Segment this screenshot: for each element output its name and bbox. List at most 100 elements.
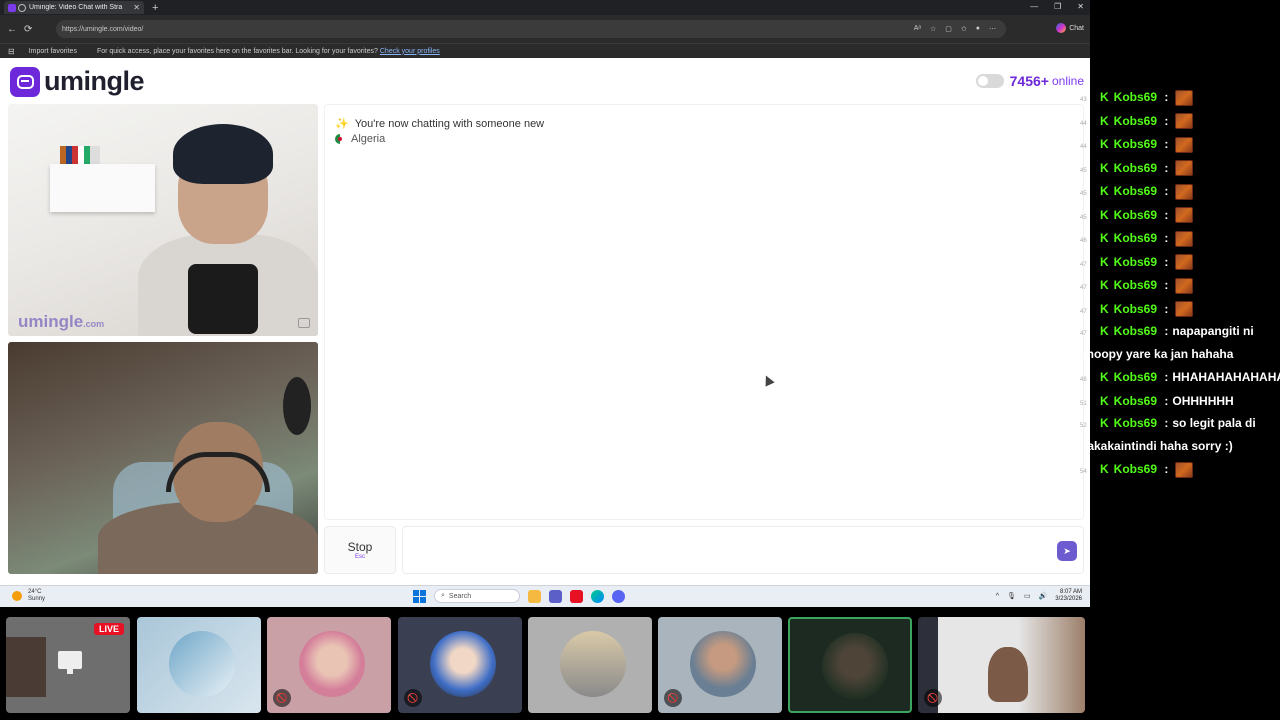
theme-toggle[interactable] <box>975 74 1004 88</box>
kick-badge-icon: K <box>1100 370 1109 384</box>
refresh-icon[interactable]: ⟳ <box>24 24 32 35</box>
logo[interactable]: umingle <box>10 66 145 97</box>
chat-username[interactable]: Kobs69 <box>1114 394 1157 408</box>
muted-mic-icon: 🚫 <box>924 689 942 707</box>
chat-separator: : <box>1164 207 1169 222</box>
chat-username[interactable]: Kobs69 <box>1114 370 1157 384</box>
emote-icon <box>1175 301 1194 318</box>
chat-username[interactable]: Kobs69 <box>1114 302 1157 316</box>
clock-time: 8:07 AM <box>1059 589 1082 595</box>
taskbar-search[interactable]: ⌕ Search <box>434 589 520 603</box>
bookshelf <box>60 146 100 166</box>
chat-username[interactable]: Kobs69 <box>1114 137 1157 151</box>
participant-tile-6[interactable]: 🚫 <box>658 617 782 713</box>
clock[interactable]: 8:07 AM 3/23/2026 <box>1055 589 1082 603</box>
split-screen-icon[interactable]: ▢ <box>945 25 952 33</box>
send-icon[interactable]: ➤ <box>1057 541 1077 561</box>
close-window-icon[interactable]: ✕ <box>1077 2 1084 11</box>
weather-widget[interactable]: 24°C Sunny <box>12 589 45 603</box>
close-tab-icon[interactable]: ✕ <box>133 3 140 12</box>
favorite-star-icon[interactable]: ☆ <box>930 25 936 33</box>
discord-icon[interactable] <box>612 589 625 603</box>
import-favorites[interactable]: Import favorites <box>29 48 77 55</box>
weather-condition: Sunny <box>28 596 46 602</box>
screen-share-icon <box>58 651 82 674</box>
collections-icon[interactable]: ⊟ <box>8 47 15 56</box>
address-bar-row: ← ⟳ https://umingle.com/video/ Aᵃ ☆ ▢ ✩ … <box>0 15 1090 43</box>
stop-label: Stop <box>347 540 373 554</box>
chat-text: OHHHHHH <box>1172 393 1234 408</box>
message-input[interactable]: ➤ <box>402 526 1084 574</box>
report-flag-icon[interactable] <box>298 318 310 328</box>
read-aloud-icon[interactable]: Aᵃ <box>914 25 921 33</box>
stranger-person <box>138 124 318 336</box>
chat-username[interactable]: Kobs69 <box>1114 208 1157 222</box>
back-icon[interactable]: ← <box>7 24 17 35</box>
teams-icon[interactable] <box>549 589 562 603</box>
avatar <box>169 631 235 697</box>
tile-preview <box>6 637 46 697</box>
chat-username[interactable]: Kobs69 <box>1114 114 1157 128</box>
address-icons: Aᵃ ☆ ▢ ✩ ● ⋯ <box>914 25 996 33</box>
volume-icon[interactable]: 🔊 <box>1039 592 1048 600</box>
chat-username[interactable]: Kobs69 <box>1114 231 1157 245</box>
chat-message: 46 K Kobs69 : <box>1080 227 1280 251</box>
profile-icon[interactable]: ● <box>976 25 980 33</box>
more-icon[interactable]: ⋯ <box>989 25 996 33</box>
participant-tile-8[interactable]: 🚫 <box>918 617 1085 713</box>
microphone-icon[interactable]: 🎙 <box>1007 592 1016 600</box>
wall-shelf <box>50 164 155 212</box>
online-count: 7456+ <box>1009 73 1049 89</box>
minimize-icon[interactable]: — <box>1030 2 1038 11</box>
start-icon[interactable] <box>413 589 426 603</box>
kick-badge-icon: K <box>1100 278 1109 292</box>
chat-separator: : <box>1164 90 1169 104</box>
restore-icon[interactable]: ❐ <box>1054 2 1061 11</box>
chat-username[interactable]: Kobs69 <box>1114 416 1157 430</box>
window-controls: — ❐ ✕ <box>1030 2 1084 11</box>
participant-tile-4[interactable]: 🚫 <box>398 617 522 713</box>
chat-message: 47 K Kobs69 : <box>1080 274 1280 298</box>
emote-icon <box>1175 89 1194 106</box>
chat-username[interactable]: Kobs69 <box>1114 462 1157 476</box>
watermark-tld: .com <box>83 319 105 329</box>
chat-username[interactable]: Kobs69 <box>1114 255 1157 269</box>
app-red-icon[interactable] <box>570 589 583 603</box>
stop-button[interactable]: Stop Esc <box>324 526 396 574</box>
favorites-hint: For quick access, place your favorites h… <box>96 47 378 55</box>
participant-tile-1[interactable]: LIVE <box>6 617 130 713</box>
new-tab-icon[interactable]: + <box>152 2 158 14</box>
participant-tile-2[interactable] <box>137 617 261 713</box>
kick-badge-icon: K <box>1100 137 1109 151</box>
chat-message: 44 K Kobs69 : <box>1080 110 1280 134</box>
system-message: ✨ You're now chatting with someone new Al… <box>335 117 544 145</box>
check-profiles-link[interactable]: Check your profiles <box>380 48 440 55</box>
favorites-icon[interactable]: ✩ <box>961 25 967 33</box>
system-tray: ^ 🎙 ▭ 🔊 8:07 AM 3/23/2026 <box>996 589 1082 603</box>
kick-badge-icon: K <box>1100 301 1109 316</box>
chat-username[interactable]: Kobs69 <box>1114 184 1157 198</box>
tray-chevron-icon[interactable]: ^ <box>996 593 999 600</box>
participant-tile-5[interactable] <box>528 617 652 713</box>
browser-window: Umingle: Video Chat with Stra ✕ + — ❐ ✕ … <box>0 0 1090 607</box>
wall-mirror <box>283 377 311 435</box>
url-field[interactable]: https://umingle.com/video/ Aᵃ ☆ ▢ ✩ ● ⋯ <box>56 20 1006 38</box>
participant-tile-7-speaking[interactable] <box>788 617 912 713</box>
kick-badge-icon: K <box>1100 416 1109 430</box>
kick-badge-icon: K <box>1100 184 1109 198</box>
kick-badge-icon: K <box>1100 393 1109 408</box>
emote-icon <box>1175 113 1194 130</box>
chat-username[interactable]: Kobs69 <box>1114 278 1157 292</box>
chat-username[interactable]: Kobs69 <box>1114 161 1157 175</box>
participant-tile-3[interactable]: 🚫 <box>267 617 391 713</box>
browser-tab[interactable]: Umingle: Video Chat with Stra ✕ <box>4 1 144 14</box>
chat-separator: : <box>1164 278 1169 292</box>
chat-message: 45 K Kobs69 : <box>1080 204 1280 228</box>
copilot-button[interactable]: Chat <box>1056 23 1084 33</box>
edge-icon[interactable] <box>591 589 604 603</box>
network-icon[interactable]: ▭ <box>1024 592 1031 600</box>
chat-username[interactable]: Kobs69 <box>1114 90 1157 104</box>
chat-username[interactable]: Kobs69 <box>1114 324 1157 338</box>
chat-separator: : <box>1164 113 1169 128</box>
file-explorer-icon[interactable] <box>528 589 541 603</box>
